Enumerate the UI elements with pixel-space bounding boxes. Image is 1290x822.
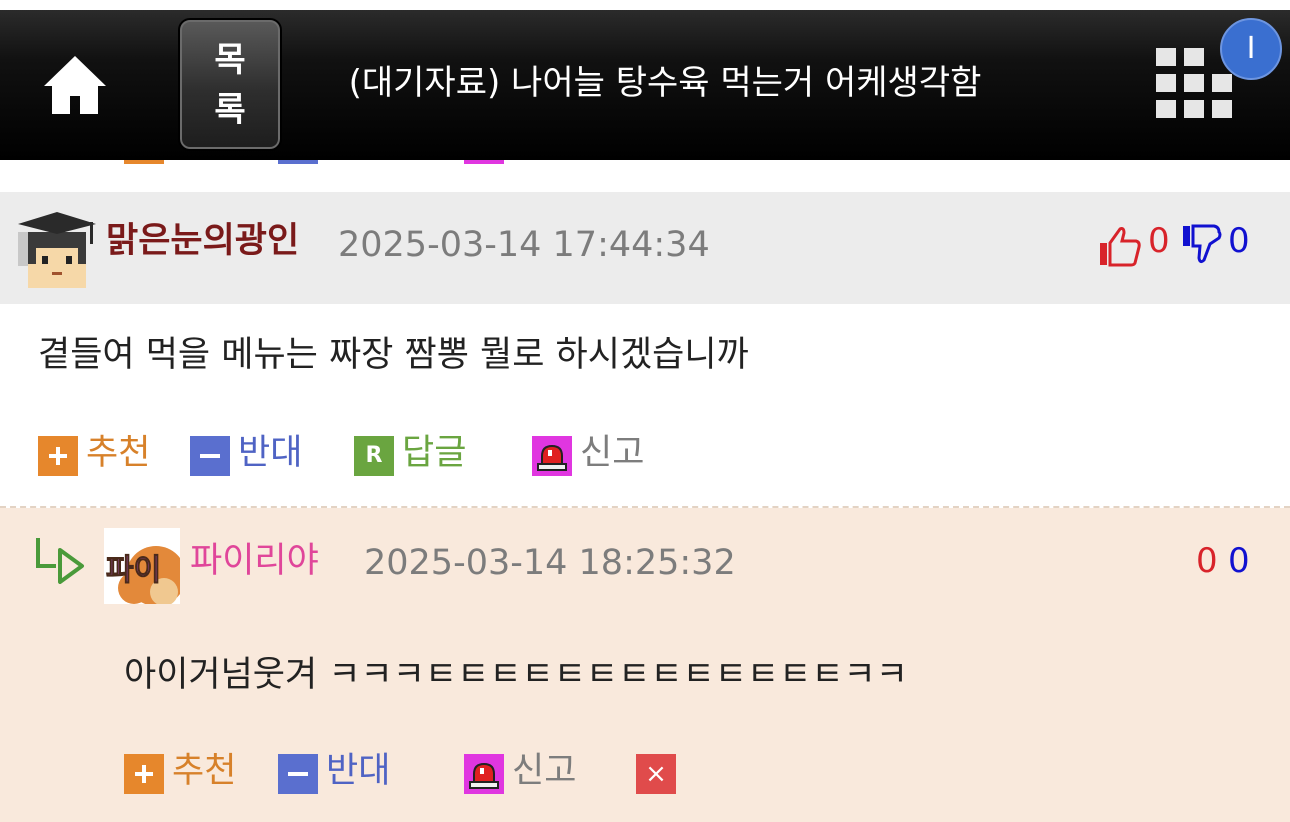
thumb-down-icon[interactable] <box>1182 224 1222 266</box>
upvote-count: 0 <box>1148 221 1170 261</box>
previous-report-icon-edge <box>464 160 504 164</box>
reply-label: 답글 <box>402 433 467 473</box>
comment-datetime: 2025-03-14 17:44:34 <box>338 225 710 265</box>
report-label: 신고 <box>512 751 577 791</box>
avatar-image: 파이 <box>106 546 180 604</box>
downvote-count[interactable]: 0 <box>1228 538 1250 584</box>
oppose-label: 반대 <box>238 433 303 473</box>
upvote-count[interactable]: 0 <box>1196 538 1218 584</box>
recommend-label: 추천 <box>86 433 151 473</box>
previous-oppose-icon-edge <box>278 160 318 164</box>
list-button-label-bottom: 록 <box>214 89 246 130</box>
minus-icon <box>278 754 318 794</box>
grid-cell <box>1212 74 1232 92</box>
minus-icon <box>190 436 230 476</box>
close-icon: × <box>636 754 676 794</box>
siren-icon <box>532 436 572 476</box>
avatar-text: 파이 <box>106 553 161 588</box>
oppose-button[interactable]: 반대 <box>278 748 390 794</box>
plus-icon <box>38 436 78 476</box>
top-navigation-bar: 목 록 (대기자료) 나어늘 탕수육 먹는거 어케생각함 I <box>0 0 1290 160</box>
report-button[interactable]: 신고 <box>464 748 576 794</box>
reply-button[interactable]: R 답글 <box>354 430 466 476</box>
comment-body: 곁들여 먹을 메뉴는 짜장 짬뽕 뭘로 하시겠습니까 <box>38 335 749 375</box>
comment-nickname[interactable]: 파이리야 <box>190 538 319 584</box>
grid-cell <box>1156 48 1176 66</box>
home-icon[interactable] <box>42 52 108 118</box>
comment-nickname[interactable]: 맑은눈의광인 <box>106 218 299 264</box>
recommend-button[interactable]: 추천 <box>124 748 236 794</box>
oppose-label: 반대 <box>326 751 391 791</box>
grid-cell <box>1184 48 1204 66</box>
siren-icon <box>464 754 504 794</box>
reply-arrow-icon <box>36 538 84 584</box>
page-title: (대기자료) 나어늘 탕수육 먹는거 어케생각함 <box>348 63 982 103</box>
plus-icon <box>124 754 164 794</box>
user-avatar: 파이 <box>104 528 180 604</box>
report-button[interactable]: 신고 <box>532 430 644 476</box>
reply-icon: R <box>354 436 394 476</box>
list-button-label-top: 목 <box>214 39 246 80</box>
previous-recommend-icon-edge <box>124 160 164 164</box>
recommend-label: 추천 <box>172 751 237 791</box>
thumb-up-icon[interactable] <box>1098 225 1142 267</box>
downvote-count: 0 <box>1228 221 1250 261</box>
top-strip <box>0 0 1290 10</box>
recommend-button[interactable]: 추천 <box>38 430 150 476</box>
reply-actions: 추천 반대 신고 × <box>124 748 684 794</box>
grid-cell <box>1156 74 1176 92</box>
user-avatar-badge[interactable]: I <box>1220 18 1282 80</box>
siren-glyph <box>537 444 567 471</box>
comment-actions: 추천 반대 R 답글 신고 <box>38 430 678 476</box>
comment-datetime: 2025-03-14 18:25:32 <box>364 543 736 583</box>
comment-body: 아이거넘웃겨 ㅋㅋㅋㅌㅌㅌㅌㅌㅌㅌㅌㅌㅌㅌㅌㅌㅋㅋ <box>124 655 908 695</box>
graduate-avatar <box>18 212 96 288</box>
grid-cell <box>1212 100 1232 118</box>
delete-button[interactable]: × <box>636 748 684 794</box>
grid-cell <box>1184 74 1204 92</box>
grid-cell <box>1184 100 1204 118</box>
list-button[interactable]: 목 록 <box>178 18 282 151</box>
oppose-button[interactable]: 반대 <box>190 430 302 476</box>
report-label: 신고 <box>580 433 645 473</box>
siren-glyph <box>469 762 499 789</box>
grid-cell <box>1156 100 1176 118</box>
